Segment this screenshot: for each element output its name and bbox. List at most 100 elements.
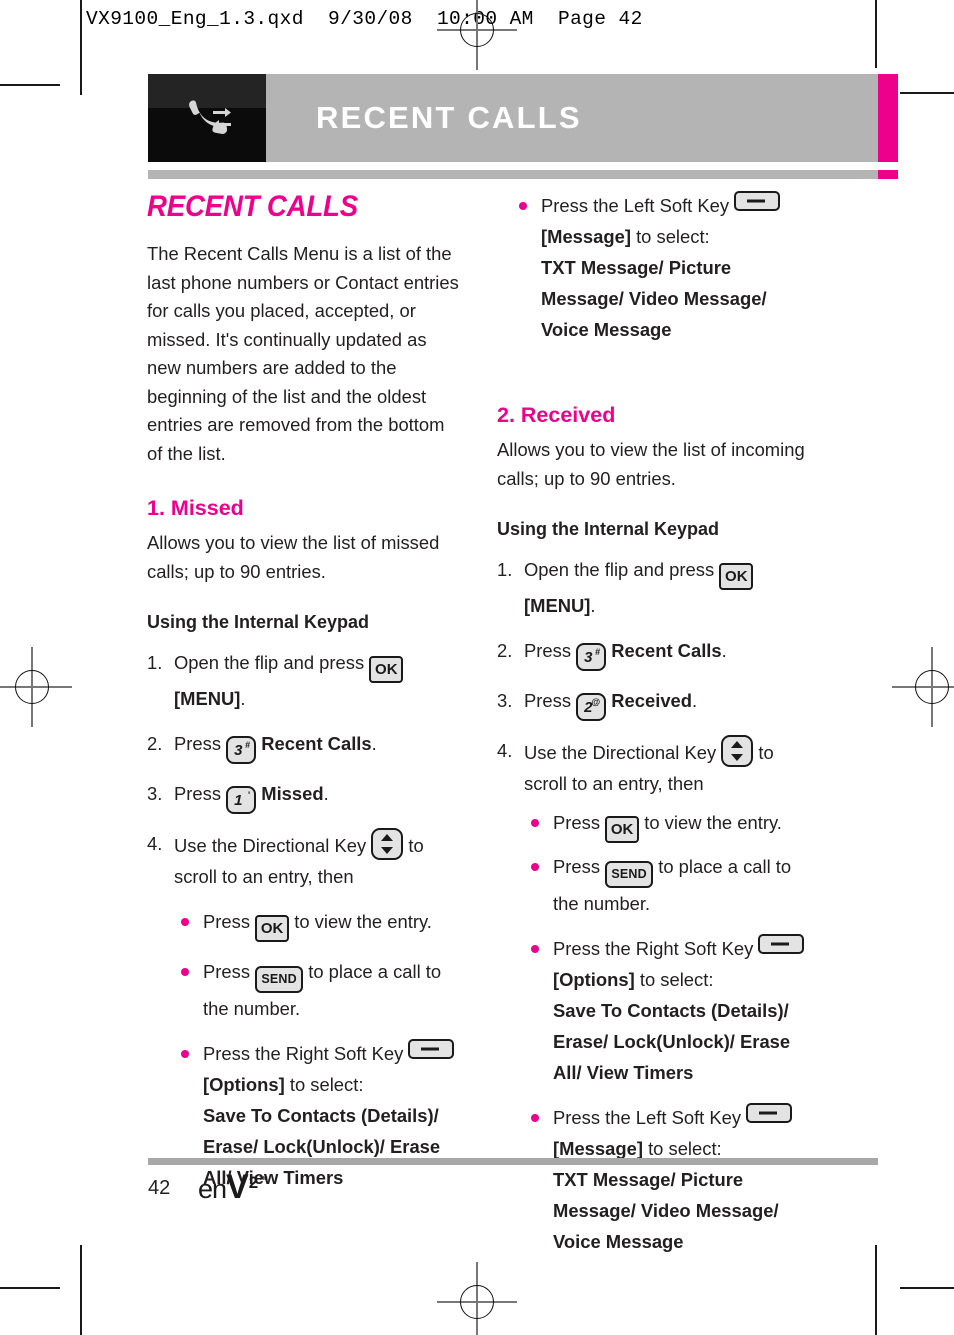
step-text: Open the flip and press OK [MENU]. xyxy=(524,554,813,621)
soft-key-icon xyxy=(758,934,805,954)
step-bold-label: Missed xyxy=(261,783,324,804)
bullet-item: Press SEND to place a call to the number… xyxy=(497,851,813,919)
bullet-dot-icon xyxy=(531,807,553,843)
step-text: Press 3 # Recent Calls. xyxy=(524,635,813,671)
crop-mark-top-left-horizontal xyxy=(0,84,60,86)
bullet-text-pre: Press the Left Soft Key xyxy=(553,1107,747,1128)
logo-trademark-symbol: ™ xyxy=(258,1175,269,1186)
crop-mark-bottom-right-vertical xyxy=(875,1245,877,1335)
soft-key-icon xyxy=(408,1039,455,1059)
step-item: 3. Press 1 ' Missed. xyxy=(147,778,463,814)
bullet-item: Press SEND to place a call to the number… xyxy=(147,956,463,1024)
step-text: Press 3 # Recent Calls. xyxy=(174,728,463,764)
bullet-text: Press OK to view the entry. xyxy=(553,807,813,843)
subheading-internal-keypad-left: Using the Internal Keypad xyxy=(147,612,370,632)
step-bold-label: Recent Calls xyxy=(261,733,372,754)
bullet-text: Press the Right Soft Key [Options] to se… xyxy=(553,933,813,1088)
step-text: Press 2 @ Received. xyxy=(524,685,813,721)
crop-mark-bottom-left-horizontal xyxy=(0,1287,60,1289)
step-item: 2. Press 3 # Recent Calls. xyxy=(147,728,463,764)
keypad-1-key-icon: 1 ' xyxy=(226,786,257,814)
bullet-text-pre: Press xyxy=(203,961,256,982)
page-title: RECENT CALLS xyxy=(147,190,358,223)
bullet-item: Press the Left Soft Key [Message] to sel… xyxy=(497,190,813,345)
bullet-options-list: Save To Contacts (Details)/ Erase/ Lock(… xyxy=(553,1000,791,1083)
bullet-text-pre: Press xyxy=(203,911,256,932)
step-number: 1. xyxy=(147,652,163,673)
crop-mark-top-left-vertical xyxy=(80,0,82,95)
bullet-dot-icon xyxy=(531,1102,553,1257)
step-number: 2. xyxy=(147,733,163,754)
bullet-text: Press SEND to place a call to the number… xyxy=(553,851,813,919)
bullet-text-pre: Press xyxy=(553,812,606,833)
bullet-text-mid: to select: xyxy=(284,1074,364,1095)
registration-mark-right xyxy=(892,647,954,727)
chapter-under-accent-tab xyxy=(878,170,898,179)
bullet-text: Press the Left Soft Key [Message] to sel… xyxy=(553,1102,813,1257)
logo-superscript-2: 2 xyxy=(248,1173,259,1192)
step-text-post: . xyxy=(323,783,329,804)
chapter-title: RECENT CALLS xyxy=(316,100,582,135)
step-item: 1. Open the flip and press OK [MENU]. xyxy=(147,647,463,714)
keypad-2-key-icon: 2 @ xyxy=(576,693,607,721)
directional-key-icon xyxy=(721,735,754,767)
bullet-text-post: to view the entry. xyxy=(639,812,782,833)
footer-rule xyxy=(148,1158,878,1165)
keypad-superscript: # xyxy=(245,740,251,750)
keypad-3-key-icon: 3 # xyxy=(226,736,257,764)
keypad-superscript: # xyxy=(595,647,601,657)
chapter-header-band: RECENT CALLS xyxy=(266,74,878,162)
section-description-missed: Allows you to view the list of missed ca… xyxy=(147,532,440,582)
step-text-pre: Press xyxy=(174,733,227,754)
ok-key-icon: OK xyxy=(369,656,404,683)
manual-page: VX9100_Eng_1.3.qxd 9/30/08 10:00 AM Page… xyxy=(0,0,954,1335)
bullet-text-pre: Press the Right Soft Key xyxy=(553,938,759,959)
bullet-dot-icon xyxy=(531,933,553,1088)
step-text: Press 1 ' Missed. xyxy=(174,778,463,814)
page-number: 42 xyxy=(148,1177,171,1199)
step-bold-label: [MENU] xyxy=(524,595,591,616)
step-item: 4. Use the Directional Key to scroll to … xyxy=(147,828,463,892)
step-text-pre: Press xyxy=(524,640,577,661)
step-item: 2. Press 3 # Recent Calls. xyxy=(497,635,813,671)
keypad-superscript: @ xyxy=(591,697,601,707)
step-bold-label: Received xyxy=(611,690,693,711)
soft-key-icon xyxy=(734,191,781,211)
registration-mark-bottom xyxy=(437,1262,517,1335)
step-text-post: . xyxy=(692,690,698,711)
chapter-accent-tab xyxy=(878,74,898,162)
left-column: RECENT CALLS The Recent Calls Menu is a … xyxy=(147,190,463,1193)
bullet-item: Press the Right Soft Key [Options] to se… xyxy=(147,1038,463,1193)
step-text-post: . xyxy=(240,688,246,709)
step-text: Open the flip and press OK [MENU]. xyxy=(174,647,463,714)
bullet-text: Press OK to view the entry. xyxy=(203,906,463,942)
soft-key-icon xyxy=(746,1103,793,1123)
step-item: 3. Press 2 @ Received. xyxy=(497,685,813,721)
step-text-pre: Use the Directional Key xyxy=(524,742,722,763)
step-text: Use the Directional Key to scroll to an … xyxy=(174,828,463,892)
logo-v-text: V xyxy=(226,1168,249,1206)
proof-header-text: VX9100_Eng_1.3.qxd 9/30/08 10:00 AM Page… xyxy=(86,8,643,30)
keypad-3-key-icon: 3 # xyxy=(576,643,607,671)
keypad-digit: 1 xyxy=(234,792,243,809)
step-bold-label: Recent Calls xyxy=(611,640,722,661)
bullet-text-pre: Press the Left Soft Key xyxy=(541,195,735,216)
bullet-bold-label: [Message] xyxy=(553,1138,643,1159)
step-number: 3. xyxy=(147,783,163,804)
step-number: 3. xyxy=(497,690,513,711)
step-item: 4. Use the Directional Key to scroll to … xyxy=(497,735,813,799)
step-number: 4. xyxy=(497,740,513,761)
intro-paragraph: The Recent Calls Menu is a list of the l… xyxy=(147,243,459,464)
step-number: 1. xyxy=(497,559,513,580)
ok-key-icon: OK xyxy=(255,915,290,942)
step-item: 1. Open the flip and press OK [MENU]. xyxy=(497,554,813,621)
bullet-text-mid: to select: xyxy=(630,226,710,247)
step-text-post: . xyxy=(371,733,377,754)
section-heading-received: 2. Received xyxy=(497,403,616,427)
step-text-pre: Open the flip and press xyxy=(174,652,370,673)
bullet-options-list: TXT Message/ Picture Message/ Video Mess… xyxy=(541,257,767,340)
section-heading-missed: 1. Missed xyxy=(147,496,244,520)
keypad-digit: 3 xyxy=(234,742,243,759)
bullet-dot-icon xyxy=(519,190,541,345)
